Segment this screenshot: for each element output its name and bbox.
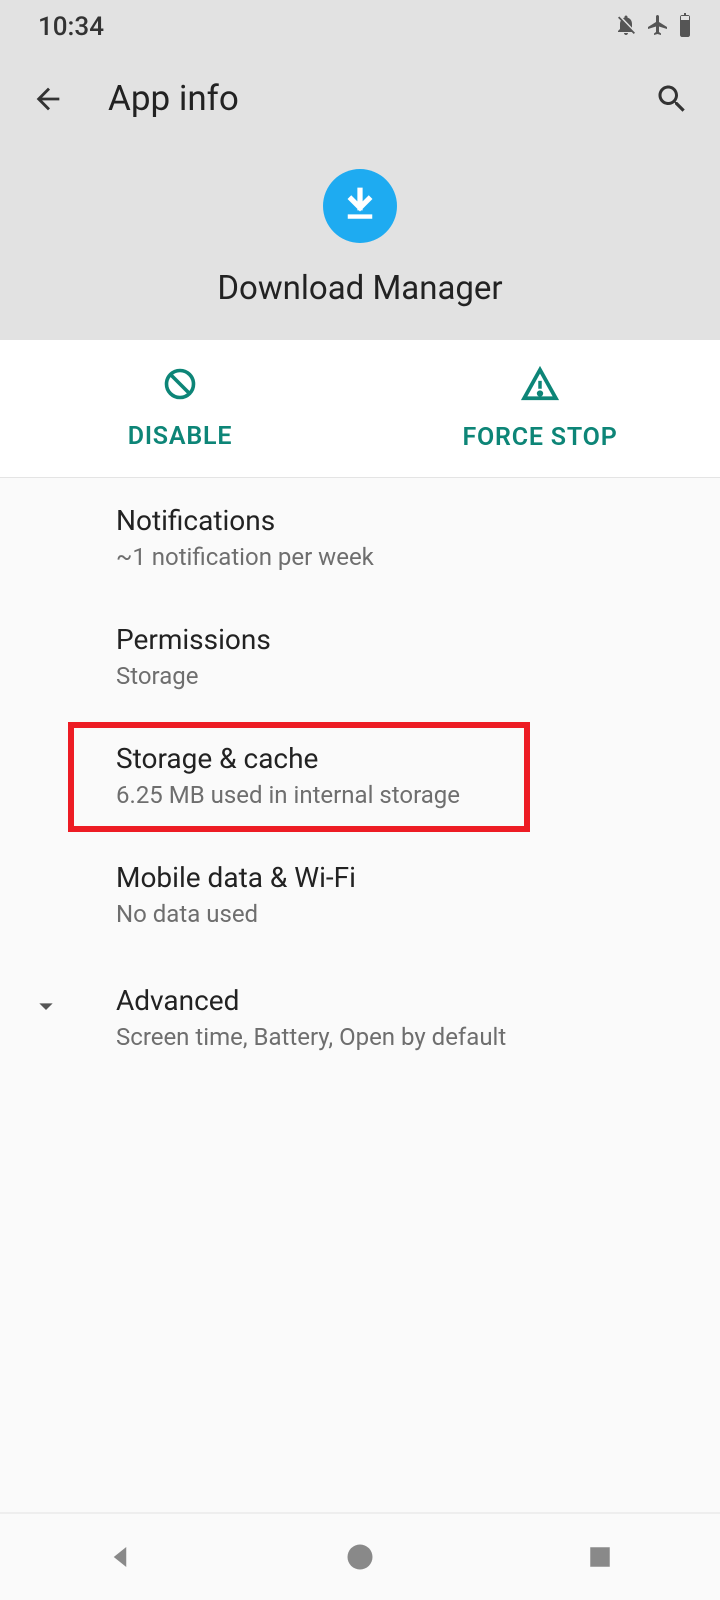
permissions-sub: Storage <box>116 662 684 690</box>
warning-icon <box>521 365 559 407</box>
permissions-title: Permissions <box>116 623 684 656</box>
app-bar: App info <box>0 50 720 129</box>
nav-recent-button[interactable] <box>540 1527 660 1587</box>
notifications-sub: ~1 notification per week <box>116 543 684 571</box>
page-title: App info <box>108 78 612 119</box>
status-icons <box>614 13 692 41</box>
status-time: 10:34 <box>38 12 104 42</box>
mobile-data-item[interactable]: Mobile data & Wi-Fi No data used <box>0 835 720 954</box>
mobile-title: Mobile data & Wi-Fi <box>116 861 684 894</box>
advanced-title: Advanced <box>116 984 506 1017</box>
back-button[interactable] <box>28 79 68 119</box>
advanced-sub: Screen time, Battery, Open by default <box>116 1023 506 1051</box>
advanced-item[interactable]: Advanced Screen time, Battery, Open by d… <box>0 954 720 1077</box>
notifications-item[interactable]: Notifications ~1 notification per week <box>0 478 720 597</box>
storage-title: Storage & cache <box>116 742 684 775</box>
disable-label: DISABLE <box>128 422 233 451</box>
airplane-mode-icon <box>646 13 670 41</box>
notifications-title: Notifications <box>116 504 684 537</box>
action-row: DISABLE FORCE STOP <box>0 340 720 478</box>
navigation-bar <box>0 1512 720 1600</box>
settings-list: Notifications ~1 notification per week P… <box>0 478 720 1077</box>
app-info-header: 10:34 App info Download Manager <box>0 0 720 340</box>
nav-back-button[interactable] <box>60 1527 180 1587</box>
search-button[interactable] <box>652 79 692 119</box>
status-bar: 10:34 <box>0 0 720 50</box>
disable-icon <box>162 366 198 406</box>
storage-cache-item[interactable]: Storage & cache 6.25 MB used in internal… <box>0 716 720 835</box>
app-hero: Download Manager <box>0 129 720 308</box>
disable-button[interactable]: DISABLE <box>0 340 360 477</box>
force-stop-label: FORCE STOP <box>462 423 617 452</box>
notifications-off-icon <box>614 13 638 41</box>
nav-home-button[interactable] <box>300 1527 420 1587</box>
mobile-sub: No data used <box>116 900 684 928</box>
battery-icon <box>678 13 692 41</box>
permissions-item[interactable]: Permissions Storage <box>0 597 720 716</box>
chevron-down-icon <box>30 984 90 1026</box>
download-app-icon <box>323 169 397 243</box>
app-name: Download Manager <box>217 269 502 308</box>
force-stop-button[interactable]: FORCE STOP <box>360 340 720 477</box>
storage-sub: 6.25 MB used in internal storage <box>116 781 684 809</box>
